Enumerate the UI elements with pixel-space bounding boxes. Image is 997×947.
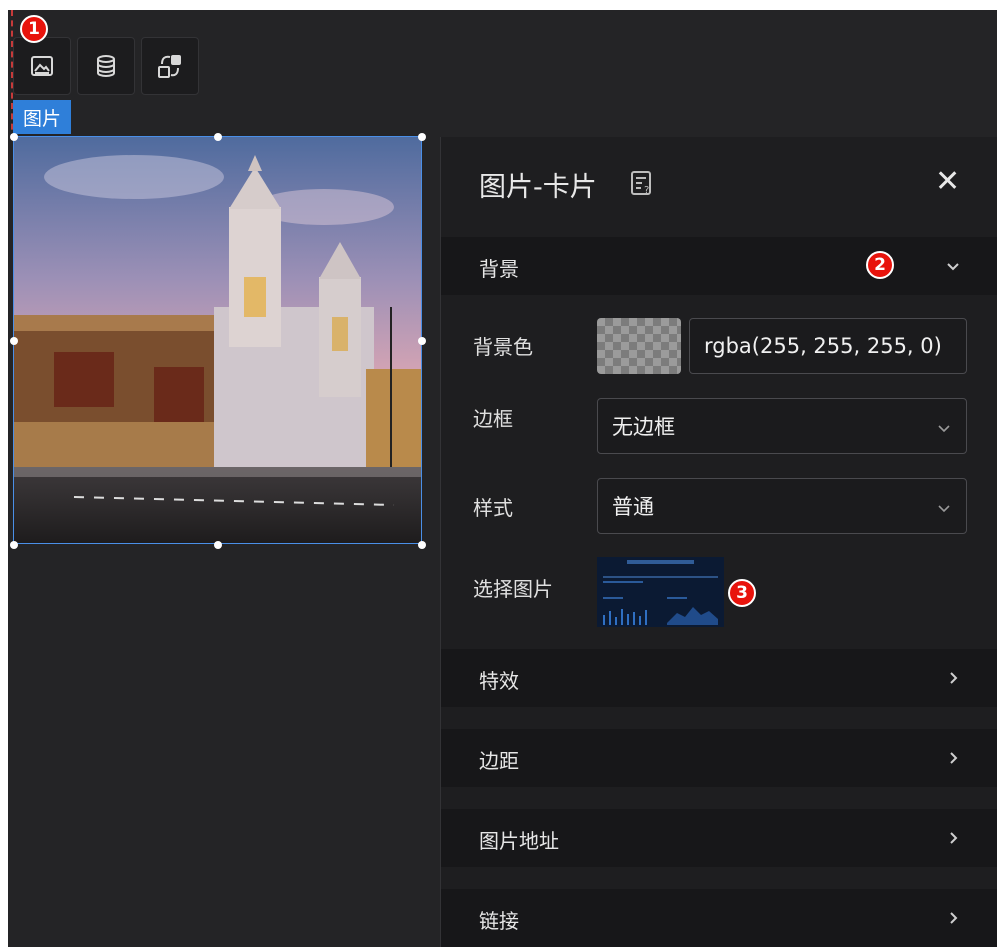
database-icon (97, 55, 115, 77)
selected-image-thumbnail[interactable] (597, 557, 724, 627)
style-select-value: 普通 (612, 495, 654, 519)
panel-header: 图片-卡片 ? ✕ (441, 137, 997, 227)
property-panel: 图片-卡片 ? ✕ 背景 2 背景色 rgba(255, 255, 255, 0… (440, 137, 997, 947)
chevron-down-icon (938, 425, 950, 433)
canvas-area: 1 图片 图片-卡片 ? ✕ 背景 2 背景色 rgba(255, 255, 2… (8, 10, 997, 947)
resize-handle-bottom[interactable] (214, 541, 222, 549)
chevron-right-icon (950, 832, 958, 844)
style-select[interactable]: 普通 (597, 478, 967, 534)
resize-handle-right[interactable] (418, 337, 426, 345)
chevron-right-icon (950, 912, 958, 924)
section-background-label: 背景 (479, 257, 519, 281)
document-help-icon[interactable]: ? (629, 169, 655, 197)
border-select[interactable]: 无边框 (597, 398, 967, 454)
chevron-right-icon (950, 752, 958, 764)
style-label: 样式 (473, 496, 513, 520)
resize-handle-left[interactable] (10, 337, 18, 345)
step-badge-2: 2 (866, 251, 894, 279)
section-image-url-label: 图片地址 (479, 829, 559, 853)
chevron-down-icon (938, 505, 950, 513)
step-badge-3: 3 (728, 579, 756, 607)
step-badge-3-number: 3 (736, 582, 748, 603)
image-icon (31, 56, 53, 76)
interaction-tool-button[interactable] (141, 37, 199, 95)
section-image-url-header[interactable]: 图片地址 (441, 809, 997, 867)
section-link-label: 链接 (479, 909, 519, 933)
section-margin-label: 边距 (479, 749, 519, 773)
section-background-header[interactable]: 背景 (441, 237, 997, 295)
data-tool-button[interactable] (77, 37, 135, 95)
svg-text:?: ? (644, 185, 649, 196)
image-tool-button[interactable] (13, 37, 71, 95)
section-effects-header[interactable]: 特效 (441, 649, 997, 707)
bg-color-label: 背景色 (473, 335, 533, 359)
section-margin-header[interactable]: 边距 (441, 729, 997, 787)
dashboard-thumbnail-picture (597, 557, 724, 627)
cathedral-photo (14, 137, 421, 543)
bg-color-swatch[interactable] (597, 318, 681, 374)
border-select-value: 无边框 (612, 415, 675, 439)
close-icon[interactable]: ✕ (935, 167, 960, 197)
resize-handle-bottom-left[interactable] (10, 541, 18, 549)
select-image-label: 选择图片 (473, 577, 553, 601)
panel-title: 图片-卡片 (479, 172, 597, 203)
resize-handle-top-left[interactable] (10, 133, 18, 141)
section-effects-label: 特效 (479, 669, 519, 693)
interaction-icon (158, 55, 181, 78)
step-badge-1: 1 (20, 15, 48, 43)
chevron-down-icon (947, 263, 959, 271)
component-type-tag: 图片 (13, 100, 72, 134)
step-badge-2-number: 2 (874, 254, 886, 275)
chevron-right-icon (950, 672, 958, 684)
section-link-header[interactable]: 链接 (441, 889, 997, 947)
step-badge-1-number: 1 (28, 18, 40, 39)
bg-color-input[interactable]: rgba(255, 255, 255, 0) (689, 318, 967, 374)
image-component[interactable] (10, 133, 426, 549)
resize-handle-top[interactable] (214, 133, 222, 141)
border-label: 边框 (473, 407, 513, 431)
resize-handle-top-right[interactable] (418, 133, 426, 141)
resize-handle-bottom-right[interactable] (418, 541, 426, 549)
